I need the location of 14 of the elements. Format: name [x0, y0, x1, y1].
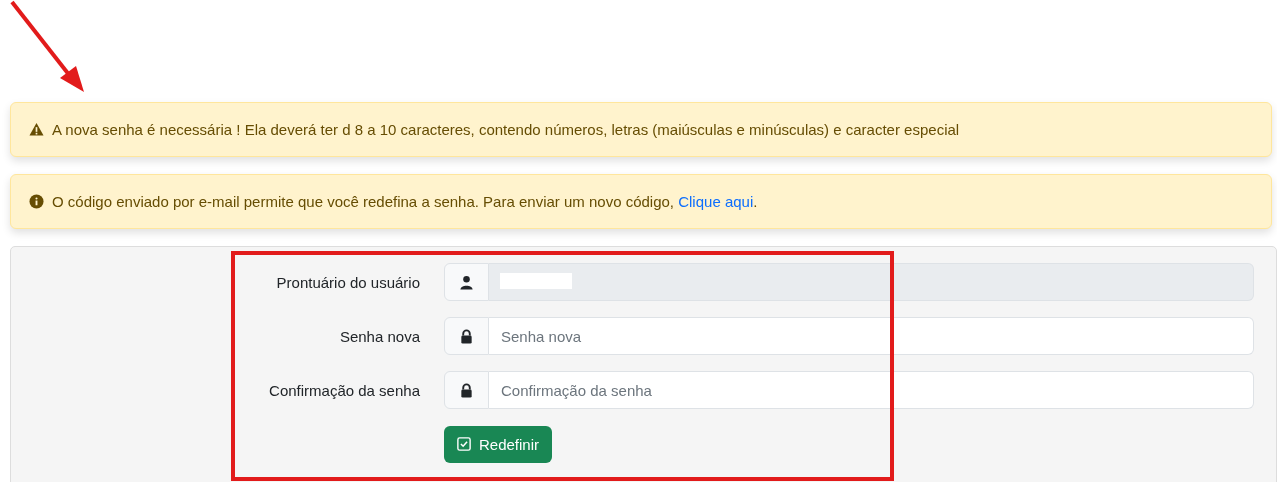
- alert-message: A nova senha é necessária ! Ela deverá ter d 8 a 10 caracteres, contendo números, letras (maiúsculas e minúsculas) e caracter especial: [52, 121, 960, 138]
- alert-message: O código enviado por e-mail permite que você redefina a senha. Para enviar um novo código, Clique aqui.: [52, 193, 758, 210]
- warning-icon: [29, 122, 44, 137]
- user-icon: [459, 274, 474, 290]
- info-icon: [29, 194, 44, 209]
- field-label: Prontuário do usuário: [275, 273, 421, 291]
- input-field[interactable]: Confirmação da senha: [489, 371, 1254, 409]
- field-label: Senha nova: [338, 327, 421, 345]
- submit-button[interactable]: Redefinir: [444, 425, 553, 463]
- checkbox-icon: [457, 437, 471, 451]
- lock-icon: [459, 382, 474, 398]
- field-label: Confirmação da senha: [268, 381, 421, 399]
- lock-icon: [459, 328, 474, 344]
- input-field[interactable]: Senha nova: [489, 317, 1254, 355]
